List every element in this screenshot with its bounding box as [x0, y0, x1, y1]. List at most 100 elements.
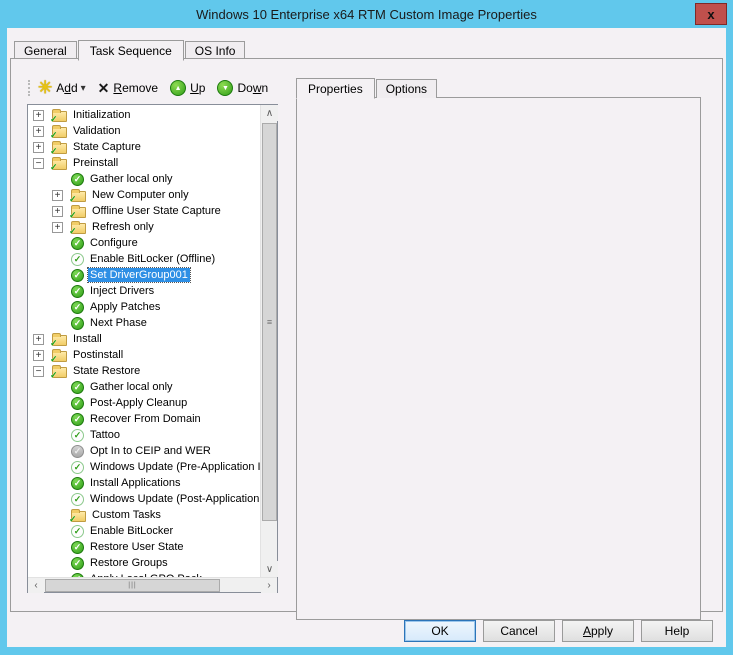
tree-item-custom-tasks[interactable]: ✓ Custom Tasks: [28, 507, 260, 523]
status-check-icon: ✓: [71, 269, 84, 282]
tree-item-label: Apply Patches: [88, 300, 162, 314]
status-check-icon: ✓: [71, 253, 84, 266]
tree-item-tattoo[interactable]: ✓Tattoo: [28, 427, 260, 443]
status-check-icon: ✓: [71, 237, 84, 250]
tree-item-label: Inject Drivers: [88, 284, 156, 298]
tree-item-apply-patches[interactable]: ✓Apply Patches: [28, 299, 260, 315]
folder-icon: ✓: [71, 511, 86, 522]
tree-item-windows-update-post-application-ins[interactable]: ✓Windows Update (Post-Application Ins: [28, 491, 260, 507]
tree-item-validation[interactable]: +✓Validation: [28, 123, 260, 139]
expand-icon[interactable]: +: [33, 110, 44, 121]
close-icon: x: [707, 7, 714, 22]
apply-button[interactable]: Apply: [562, 620, 634, 642]
tree-item-label: Windows Update (Pre-Application Inst: [88, 460, 260, 474]
tree-item-label: Post-Apply Cleanup: [88, 396, 189, 410]
folder-icon: ✓: [71, 191, 86, 202]
tree-vertical-scrollbar[interactable]: ∧ ≡ ∨: [260, 105, 277, 577]
tree-item-windows-update-pre-application-inst[interactable]: ✓ Windows Update (Pre-Application Inst: [28, 459, 260, 475]
scroll-down-icon[interactable]: ∨: [261, 561, 278, 577]
status-check-icon: ✓: [71, 381, 84, 394]
horizontal-scroll-thumb[interactable]: |||: [45, 579, 220, 592]
expand-icon[interactable]: +: [52, 206, 63, 217]
collapse-icon[interactable]: −: [33, 366, 44, 377]
remove-button[interactable]: ✕Remove: [98, 80, 158, 97]
close-button[interactable]: x: [695, 3, 727, 25]
tree-item-install-applications[interactable]: ✓Install Applications: [28, 475, 260, 491]
status-check-icon: ✓: [71, 397, 84, 410]
tree-item-configure[interactable]: ✓ Configure: [28, 235, 260, 251]
add-icon: ✳: [38, 78, 52, 98]
tree-horizontal-scrollbar[interactable]: ‹ ||| ›: [28, 577, 277, 592]
tree-item-inject-drivers[interactable]: ✓Inject Drivers: [28, 283, 260, 299]
tree-item-enable-bitlocker[interactable]: ✓Enable BitLocker: [28, 523, 260, 539]
status-check-icon: ✓: [71, 461, 84, 474]
folder-icon: ✓: [52, 335, 67, 346]
tree-item-label: Initialization: [71, 108, 132, 122]
ok-button[interactable]: OK: [404, 620, 476, 642]
tree-item-state-restore[interactable]: −✓State Restore: [28, 363, 260, 379]
tree-item-label: Recover From Domain: [88, 412, 203, 426]
expand-icon[interactable]: +: [33, 142, 44, 153]
up-icon: ▲: [170, 80, 186, 96]
tree-item-state-capture[interactable]: + ✓ State Capture: [28, 139, 260, 155]
tree-item-set-drivergroup001[interactable]: ✓ Set DriverGroup001: [28, 267, 260, 283]
tree-item-label: New Computer only: [90, 188, 191, 202]
thumb-grip-icon: |||: [128, 582, 136, 589]
tree-item-post-apply-cleanup[interactable]: ✓ Post-Apply Cleanup: [28, 395, 260, 411]
tree-item-enable-bitlocker-offline[interactable]: ✓Enable BitLocker (Offline): [28, 251, 260, 267]
add-button[interactable]: ✳Add▾: [38, 78, 86, 98]
tree-item-label: Gather local only: [88, 380, 175, 394]
collapse-icon[interactable]: −: [33, 158, 44, 169]
tree-item-label: Preinstall: [71, 156, 120, 170]
tree-item-label: Refresh only: [90, 220, 156, 234]
up-button[interactable]: ▲ Up: [170, 80, 205, 96]
tree-item-postinstall[interactable]: +✓Postinstall: [28, 347, 260, 363]
help-button[interactable]: Help: [641, 620, 713, 642]
tab-task-sequence[interactable]: Task Sequence: [78, 40, 184, 61]
up-label: Up: [190, 81, 205, 95]
tree-item-restore-groups[interactable]: ✓Restore Groups: [28, 555, 260, 571]
status-check-icon: ✓: [71, 525, 84, 538]
tree-item-new-computer-only[interactable]: + ✓ New Computer only: [28, 187, 260, 203]
remove-icon: ✕: [98, 80, 110, 97]
tree-item-preinstall[interactable]: −✓ Preinstall: [28, 155, 260, 171]
folder-icon: ✓: [52, 159, 67, 170]
scroll-up-icon[interactable]: ∧: [261, 105, 278, 121]
tree-item-next-phase[interactable]: ✓Next Phase: [28, 315, 260, 331]
tree-item-initialization[interactable]: +✓Initialization: [28, 107, 260, 123]
tree-item-label: Restore Groups: [88, 556, 170, 570]
tree-item-gather-local-only[interactable]: ✓ Gather local only: [28, 379, 260, 395]
tab-options[interactable]: Options: [376, 79, 437, 98]
tree-item-label: Offline User State Capture: [90, 204, 223, 218]
expand-icon[interactable]: +: [52, 190, 63, 201]
tree-item-gather-local-only[interactable]: ✓Gather local only: [28, 171, 260, 187]
down-button[interactable]: ▼Down: [217, 80, 268, 96]
scroll-right-icon[interactable]: ›: [261, 578, 277, 593]
folder-icon: ✓: [71, 223, 86, 234]
tree-item-label: Custom Tasks: [90, 508, 163, 522]
tree-item-label: Set DriverGroup001: [88, 268, 190, 282]
cancel-button[interactable]: Cancel: [483, 620, 555, 642]
chevron-down-icon[interactable]: ▾: [81, 83, 86, 94]
tree-item-label: Configure: [88, 236, 140, 250]
tree-item-install[interactable]: + ✓ Install: [28, 331, 260, 347]
vertical-scroll-thumb[interactable]: ≡: [262, 123, 277, 521]
tree-item-opt-in-to-ceip-and-wer[interactable]: ✓Opt In to CEIP and WER: [28, 443, 260, 459]
tree-item-label: Install Applications: [88, 476, 183, 490]
expand-icon[interactable]: +: [33, 126, 44, 137]
tree-item-refresh-only[interactable]: + ✓ Refresh only: [28, 219, 260, 235]
expand-icon[interactable]: +: [33, 350, 44, 361]
expand-icon[interactable]: +: [33, 334, 44, 345]
scroll-left-icon[interactable]: ‹: [28, 578, 44, 593]
tree-item-label: Restore User State: [88, 540, 186, 554]
tree-item-offline-user-state-capture[interactable]: + ✓ Offline User State Capture: [28, 203, 260, 219]
tree-item-label: Install: [71, 332, 104, 346]
folder-icon: ✓: [71, 207, 86, 218]
folder-icon: ✓: [52, 143, 67, 154]
properties-tab-page: [296, 97, 701, 620]
tree-item-restore-user-state[interactable]: ✓Restore User State: [28, 539, 260, 555]
tree-item-label: State Capture: [71, 140, 143, 154]
tree-item-recover-from-domain[interactable]: ✓Recover From Domain: [28, 411, 260, 427]
tab-properties[interactable]: Properties: [296, 78, 375, 99]
expand-icon[interactable]: +: [52, 222, 63, 233]
